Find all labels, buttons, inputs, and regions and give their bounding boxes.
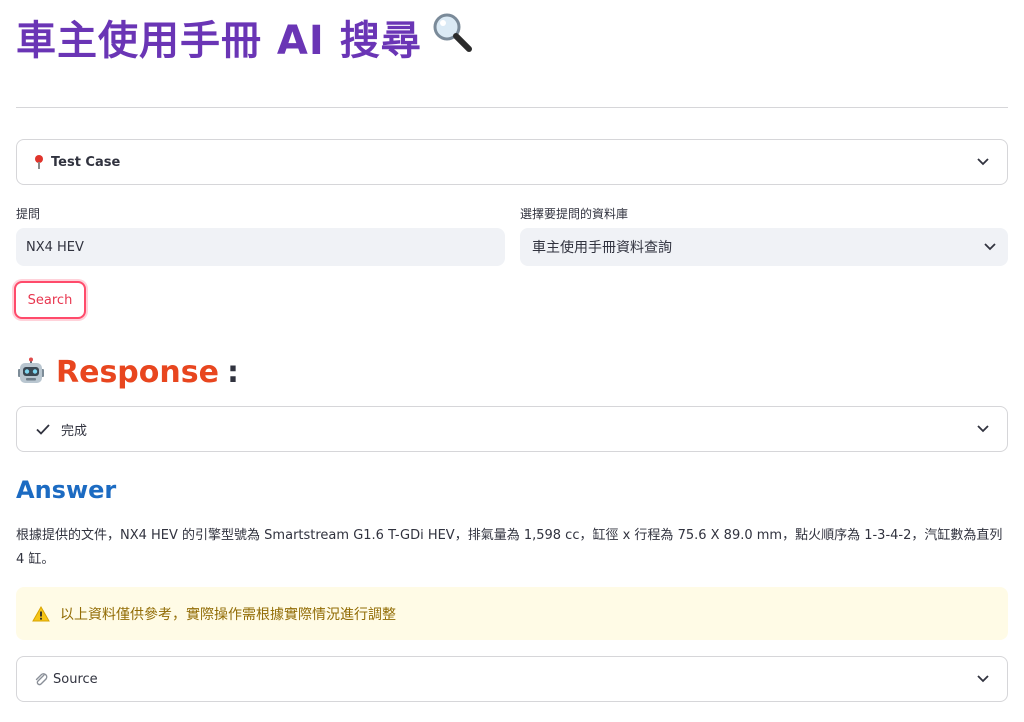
- status-label: 完成: [61, 423, 88, 439]
- response-heading-text: Response: [56, 354, 219, 390]
- database-label: 選擇要提問的資料庫: [520, 207, 629, 221]
- chevron-down-icon[interactable]: [975, 671, 991, 687]
- chevron-down-icon[interactable]: [975, 154, 991, 170]
- test-case-expander[interactable]: Test Case: [16, 139, 1008, 185]
- question-label: 提問: [16, 207, 41, 221]
- magnifier-icon: [430, 10, 474, 64]
- paperclip-icon: [33, 671, 49, 687]
- question-input[interactable]: NX4 HEV: [16, 228, 505, 266]
- check-icon: [35, 421, 51, 437]
- chevron-down-icon[interactable]: [975, 421, 991, 437]
- chevron-down-icon: [984, 239, 996, 255]
- warning-alert: 以上資料僅供參考，實際操作需根據實際情況進行調整: [16, 587, 1008, 640]
- database-select[interactable]: 車主使用手冊資料查詢: [520, 228, 1008, 266]
- divider: [16, 107, 1008, 108]
- response-heading: Response :: [16, 350, 239, 394]
- answer-text: 根據提供的文件，NX4 HEV 的引擎型號為 Smartstream G1.6 …: [16, 528, 1003, 567]
- warning-text: 以上資料僅供參考，實際操作需根據實際情況進行調整: [60, 606, 396, 623]
- status-expander[interactable]: 完成: [16, 406, 1008, 452]
- search-button[interactable]: Search: [14, 281, 86, 319]
- page-title: 車主使用手冊 AI 搜尋: [16, 10, 474, 64]
- pin-icon: [33, 155, 45, 169]
- source-expander[interactable]: Source: [16, 656, 1008, 702]
- warning-icon: [32, 605, 50, 621]
- answer-heading: Answer: [16, 476, 117, 504]
- test-case-label: Test Case: [51, 154, 121, 170]
- response-heading-colon: :: [226, 354, 239, 390]
- page-title-text: 車主使用手冊 AI 搜尋: [16, 18, 422, 64]
- database-selected-value: 車主使用手冊資料查詢: [532, 240, 672, 256]
- source-label: Source: [53, 671, 98, 687]
- robot-icon: [16, 357, 46, 387]
